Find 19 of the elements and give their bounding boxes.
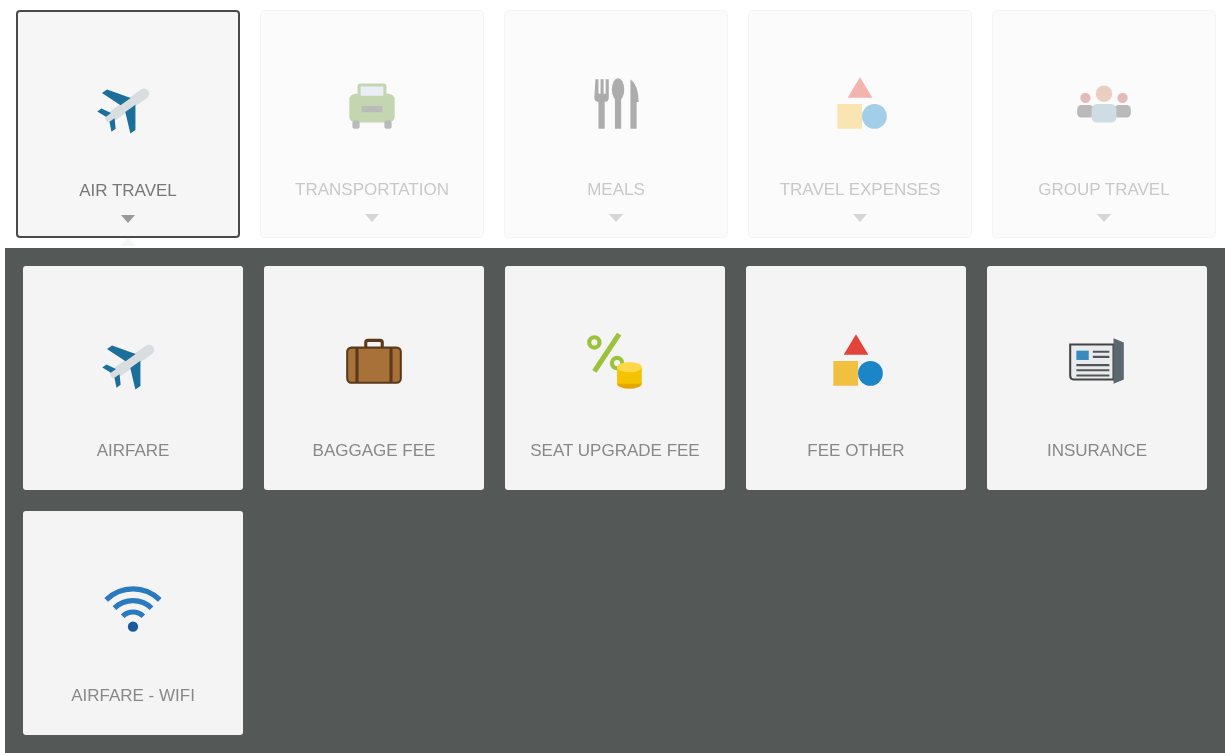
subcategory-label: AIRFARE - WIFI bbox=[71, 686, 195, 706]
caret-icon bbox=[609, 214, 623, 222]
subcategory-card[interactable]: INSURANCE bbox=[987, 266, 1207, 490]
caret-icon bbox=[365, 214, 379, 222]
caret-icon bbox=[121, 215, 135, 223]
subcategory-label: AIRFARE bbox=[96, 441, 170, 461]
subcategory-card[interactable]: AIRFARE bbox=[23, 266, 243, 490]
caret-icon bbox=[1097, 214, 1111, 222]
subcategory-label: SEAT UPGRADE FEE bbox=[530, 441, 700, 461]
subcategory-card[interactable]: AIRFARE - WIFI bbox=[23, 511, 243, 735]
subcategory-card[interactable]: SEAT UPGRADE FEE bbox=[505, 266, 725, 490]
subcategory-label: BAGGAGE FEE bbox=[312, 441, 436, 461]
subcategory-card[interactable]: BAGGAGE FEE bbox=[264, 266, 484, 490]
category-label: AIR TRAVEL bbox=[79, 181, 177, 201]
subcategory-label: INSURANCE bbox=[1046, 441, 1148, 461]
subcategory-label: FEE OTHER bbox=[807, 441, 905, 461]
caret-icon bbox=[853, 214, 867, 222]
subcategory-card[interactable]: FEE OTHER bbox=[746, 266, 966, 490]
pointer-icon bbox=[120, 238, 136, 246]
